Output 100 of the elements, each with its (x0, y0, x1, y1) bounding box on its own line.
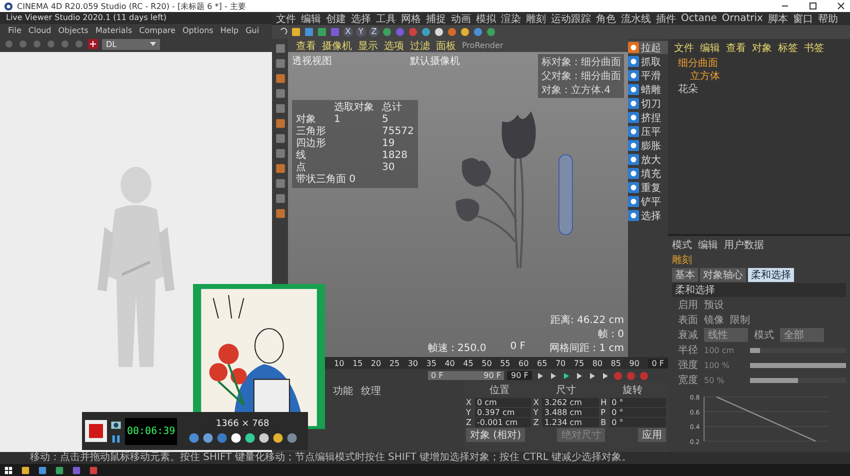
slider-fill[interactable] (750, 348, 760, 352)
sculpt-tool[interactable]: 铲平 (628, 195, 668, 208)
object-item[interactable]: 细分曲面 (668, 57, 850, 70)
coordinate-field[interactable]: 0 ° (610, 408, 666, 417)
menu-item[interactable]: 书签 (804, 41, 824, 55)
apply-button[interactable]: 应用 (638, 428, 666, 442)
sculpt-tool[interactable]: 挤捏 (628, 111, 668, 124)
keyframe-icon[interactable] (626, 370, 636, 380)
menu-item[interactable]: 选择 (351, 12, 371, 26)
menu-item[interactable]: 创建 (326, 12, 346, 26)
menu-item[interactable]: Compare (139, 26, 176, 34)
coordinate-field[interactable]: 3.488 cm (542, 408, 599, 417)
tool-icon[interactable] (230, 432, 242, 444)
menu-item[interactable]: Options (182, 26, 214, 34)
menu-item[interactable]: 编辑 (700, 41, 720, 55)
viewport-menu-item[interactable]: 过滤 (410, 38, 430, 52)
slider-fill[interactable] (750, 378, 798, 382)
viewport-menu-item[interactable]: 摄像机 (322, 38, 352, 52)
axis-button[interactable]: X (343, 27, 353, 37)
sculpt-tool[interactable]: 放大 (628, 153, 668, 166)
coordinate-field[interactable]: 0.397 cm (475, 408, 532, 417)
sculpt-tool[interactable]: 拉起 (628, 41, 668, 54)
menu-item[interactable]: Ornatrix (722, 13, 763, 24)
axis-button[interactable]: Z (369, 27, 379, 37)
maximize-icon[interactable] (808, 1, 818, 11)
end-frame-field[interactable]: 90 F (507, 371, 532, 380)
menu-item[interactable]: Octane (681, 13, 717, 24)
tab[interactable]: 对象轴心 (700, 268, 746, 282)
windows-icon[interactable] (4, 466, 13, 474)
viewport-menu-item[interactable]: 选项 (384, 38, 404, 52)
sculpt-tool[interactable]: 抓取 (628, 55, 668, 68)
menu-item[interactable]: 插件 (656, 12, 676, 26)
current-frame-field[interactable]: 0 F (648, 358, 668, 368)
coordinate-field[interactable]: 0 cm (475, 398, 532, 407)
sculpt-tool[interactable]: 膨胀 (628, 139, 668, 152)
sculpt-tool[interactable]: 切刀 (628, 97, 668, 110)
slider-fill[interactable] (750, 362, 846, 368)
menu-item[interactable]: Materials (95, 26, 132, 34)
sculpt-tool[interactable]: 蜡雕 (628, 83, 668, 96)
sculpt-tool[interactable]: 重复 (628, 181, 668, 194)
object-item[interactable]: 立方体 (668, 70, 850, 83)
menu-item[interactable]: 运动跟踪 (551, 12, 591, 26)
menu-item[interactable]: 窗口 (792, 12, 813, 26)
viewport-menu-item[interactable]: 查看 (296, 38, 316, 52)
menu-item[interactable]: 标签 (778, 41, 798, 55)
menu-item[interactable]: 模式 (672, 238, 692, 252)
sculpt-tool[interactable]: 压平 (628, 125, 668, 138)
menu-item[interactable]: 查看 (726, 41, 746, 55)
coordinate-field[interactable]: 0 ° (610, 398, 666, 407)
menu-item[interactable]: 角色 (596, 12, 616, 26)
renderer-dropdown[interactable]: DL (102, 38, 160, 50)
menu-item[interactable]: 编辑 (301, 12, 321, 26)
option-label[interactable]: 镜像 (704, 313, 724, 327)
option-label[interactable]: 预设 (704, 298, 724, 312)
viewport-menu-item[interactable]: ProRender (462, 41, 504, 50)
tool-icon[interactable] (272, 432, 284, 444)
menu-item[interactable]: 功能 (333, 384, 353, 398)
menu-item[interactable]: 网格 (401, 12, 421, 26)
coordinate-field[interactable]: 3.262 cm (542, 398, 599, 407)
pause-icon[interactable] (110, 432, 122, 444)
menu-item[interactable]: Cloud (28, 26, 52, 34)
menu-item[interactable]: 动画 (451, 12, 471, 26)
menu-item[interactable]: Objects (58, 26, 88, 34)
coordinate-field[interactable]: 0 ° (610, 418, 666, 427)
viewport-menu-item[interactable]: 面板 (436, 38, 456, 52)
axis-button[interactable]: Y (356, 27, 366, 37)
menu-item[interactable]: File (8, 26, 22, 34)
menu-item[interactable]: 帮助 (818, 12, 838, 26)
menu-item[interactable]: 纹理 (361, 384, 381, 398)
tool-icon[interactable] (258, 432, 270, 444)
menu-item[interactable]: 模拟 (476, 12, 496, 26)
sculpt-tool[interactable]: 平滑 (628, 69, 668, 82)
menu-item[interactable]: 对象 (752, 41, 772, 55)
tab[interactable]: 柔和选择 (748, 268, 794, 282)
coordinate-field[interactable]: 1.234 cm (542, 418, 599, 427)
object-item[interactable]: 花朵 (668, 83, 850, 96)
close-icon[interactable] (836, 1, 846, 11)
menu-item[interactable]: 编辑 (698, 238, 718, 252)
menu-item[interactable]: Gui (246, 26, 260, 34)
menu-item[interactable]: 文件 (674, 41, 694, 55)
option-label[interactable]: 启用 (678, 298, 698, 312)
menu-item[interactable]: 流水线 (621, 12, 651, 26)
mode-dropdown[interactable]: 对象 (相对) (466, 428, 525, 442)
viewport-menu-item[interactable]: 显示 (358, 38, 378, 52)
stop-button[interactable] (85, 420, 107, 442)
menu-item[interactable]: 捕捉 (426, 12, 446, 26)
coordinate-field[interactable]: -0.001 cm (475, 418, 532, 427)
menu-item[interactable]: 雕刻 (526, 12, 546, 26)
option-label[interactable]: 限制 (730, 313, 750, 327)
menu-item[interactable]: 工具 (376, 12, 396, 26)
keyframe-icon[interactable] (639, 370, 650, 380)
sculpt-tool[interactable]: 选择 (628, 209, 668, 222)
menu-item[interactable]: 文件 (276, 12, 296, 26)
option-label[interactable]: 表面 (678, 313, 698, 327)
tab[interactable]: 基本 (672, 268, 698, 282)
sculpt-tool[interactable]: 填充 (628, 167, 668, 180)
undo-icon[interactable] (278, 27, 288, 37)
tool-icon[interactable] (244, 432, 256, 444)
range-slider[interactable]: 0 F 90 F (428, 371, 504, 380)
render-icon[interactable] (88, 39, 98, 49)
